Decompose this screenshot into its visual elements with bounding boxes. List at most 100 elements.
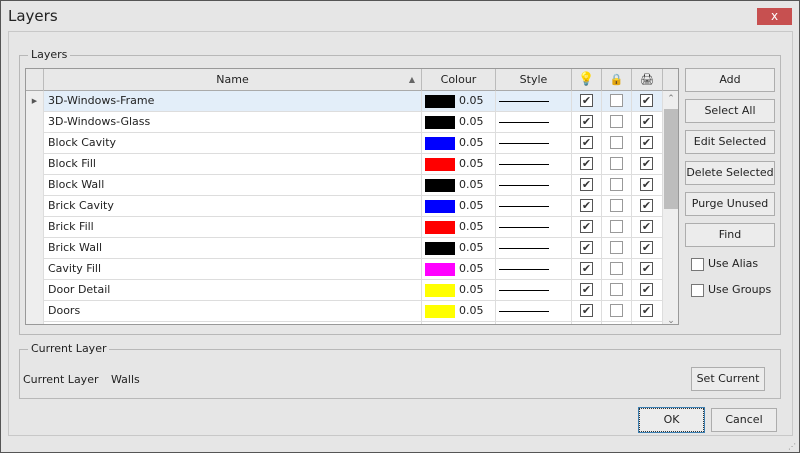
print-checkbox[interactable]: ✔ (640, 241, 653, 254)
print-checkbox[interactable]: ✔ (640, 220, 653, 233)
row-indicator[interactable] (26, 175, 44, 196)
layer-name[interactable]: Brick Wall (44, 238, 422, 259)
layer-colour[interactable]: 0.05 (422, 91, 496, 112)
layer-colour[interactable]: 0.05 (422, 133, 496, 154)
lock-checkbox[interactable] (610, 241, 623, 254)
visible-checkbox[interactable]: ✔ (580, 262, 593, 275)
visible-checkbox[interactable]: ✔ (580, 241, 593, 254)
visible-checkbox[interactable]: ✔ (580, 304, 593, 317)
use-alias-checkbox[interactable]: Use Alias (691, 257, 758, 271)
row-indicator[interactable] (26, 196, 44, 217)
lock-checkbox[interactable] (610, 94, 623, 107)
close-button[interactable]: x (757, 8, 792, 25)
lock-checkbox[interactable] (610, 199, 623, 212)
edit-selected-button[interactable]: Edit Selected (685, 130, 775, 154)
delete-selected-button[interactable]: Delete Selected (685, 161, 775, 185)
layer-style[interactable] (496, 154, 572, 175)
layer-row[interactable]: Door Detail 0.05 ✔ ✔ (26, 280, 663, 301)
layer-style[interactable] (496, 175, 572, 196)
cancel-button[interactable]: Cancel (711, 408, 777, 432)
print-checkbox[interactable]: ✔ (640, 94, 653, 107)
print-column-header[interactable]: 🖨 (632, 69, 663, 91)
layer-colour[interactable]: 0.05 (422, 196, 496, 217)
layer-colour[interactable]: 0.05 (422, 217, 496, 238)
lock-checkbox[interactable] (610, 178, 623, 191)
layer-name[interactable]: Brick Fill (44, 217, 422, 238)
use-groups-box[interactable] (691, 283, 704, 297)
layer-colour[interactable] (422, 322, 496, 324)
set-current-button[interactable]: Set Current (691, 367, 765, 391)
visible-checkbox[interactable]: ✔ (580, 136, 593, 149)
print-checkbox[interactable]: ✔ (640, 304, 653, 317)
visible-checkbox[interactable]: ✔ (580, 220, 593, 233)
print-checkbox[interactable]: ✔ (640, 262, 653, 275)
scroll-down-arrow-icon[interactable]: ⌄ (663, 316, 678, 324)
find-button[interactable]: Find (685, 223, 775, 247)
layer-name[interactable] (44, 322, 422, 324)
row-indicator[interactable] (26, 301, 44, 322)
layer-style[interactable] (496, 259, 572, 280)
layer-row[interactable]: 3D-Windows-Glass 0.05 ✔ ✔ (26, 112, 663, 133)
style-column-header[interactable]: Style (496, 69, 572, 91)
vertical-scrollbar[interactable]: ⌃ ⌄ (663, 91, 678, 324)
row-indicator[interactable] (26, 154, 44, 175)
layer-style[interactable] (496, 91, 572, 112)
name-column-header[interactable]: Name ▲ (44, 69, 422, 91)
visible-checkbox[interactable]: ✔ (580, 199, 593, 212)
layer-row[interactable]: Block Cavity 0.05 ✔ ✔ (26, 133, 663, 154)
visible-checkbox[interactable]: ✔ (580, 94, 593, 107)
print-checkbox[interactable]: ✔ (640, 199, 653, 212)
scroll-up-arrow-icon[interactable]: ⌃ (663, 91, 678, 107)
ok-button[interactable]: OK (638, 407, 705, 433)
layer-name[interactable]: Doors (44, 301, 422, 322)
layer-name[interactable]: Brick Cavity (44, 196, 422, 217)
layer-style[interactable] (496, 322, 572, 324)
layer-name[interactable]: Cavity Fill (44, 259, 422, 280)
layer-name[interactable]: Block Cavity (44, 133, 422, 154)
layer-name[interactable]: 3D-Windows-Frame (44, 91, 422, 112)
row-indicator[interactable]: ▶ (26, 91, 44, 112)
row-indicator[interactable] (26, 112, 44, 133)
layer-row[interactable]: Block Fill 0.05 ✔ ✔ (26, 154, 663, 175)
print-checkbox[interactable]: ✔ (640, 136, 653, 149)
print-checkbox[interactable]: ✔ (640, 178, 653, 191)
row-indicator[interactable] (26, 280, 44, 301)
print-checkbox[interactable]: ✔ (640, 115, 653, 128)
layer-colour[interactable]: 0.05 (422, 238, 496, 259)
row-indicator[interactable] (26, 217, 44, 238)
print-checkbox[interactable]: ✔ (640, 283, 653, 296)
layer-style[interactable] (496, 301, 572, 322)
layer-colour[interactable]: 0.05 (422, 175, 496, 196)
layer-row[interactable]: Block Wall 0.05 ✔ ✔ (26, 175, 663, 196)
layer-name[interactable]: Door Detail (44, 280, 422, 301)
layer-row[interactable]: Doors 0.05 ✔ ✔ (26, 301, 663, 322)
layer-colour[interactable]: 0.05 (422, 154, 496, 175)
layer-style[interactable] (496, 196, 572, 217)
lock-checkbox[interactable] (610, 283, 623, 296)
row-indicator[interactable] (26, 133, 44, 154)
layer-row[interactable]: ✔ ✔ (26, 322, 663, 324)
use-alias-box[interactable] (691, 257, 704, 271)
lock-checkbox[interactable] (610, 115, 623, 128)
layer-row[interactable]: Brick Wall 0.05 ✔ ✔ (26, 238, 663, 259)
visible-column-header[interactable]: 💡 (572, 69, 602, 91)
row-indicator[interactable] (26, 322, 44, 324)
purge-unused-button[interactable]: Purge Unused (685, 192, 775, 216)
layer-name[interactable]: Block Fill (44, 154, 422, 175)
layer-style[interactable] (496, 133, 572, 154)
visible-checkbox[interactable]: ✔ (580, 157, 593, 170)
lock-checkbox[interactable] (610, 304, 623, 317)
layer-colour[interactable]: 0.05 (422, 112, 496, 133)
layer-row[interactable]: Cavity Fill 0.05 ✔ ✔ (26, 259, 663, 280)
lock-checkbox[interactable] (610, 262, 623, 275)
resize-grip-icon[interactable]: ⋰ (788, 442, 796, 451)
lock-checkbox[interactable] (610, 136, 623, 149)
lock-column-header[interactable]: 🔒 (602, 69, 632, 91)
layer-row[interactable]: Brick Fill 0.05 ✔ ✔ (26, 217, 663, 238)
layer-colour[interactable]: 0.05 (422, 259, 496, 280)
row-indicator[interactable] (26, 259, 44, 280)
lock-checkbox[interactable] (610, 157, 623, 170)
visible-checkbox[interactable]: ✔ (580, 178, 593, 191)
lock-checkbox[interactable] (610, 220, 623, 233)
add-button[interactable]: Add (685, 68, 775, 92)
